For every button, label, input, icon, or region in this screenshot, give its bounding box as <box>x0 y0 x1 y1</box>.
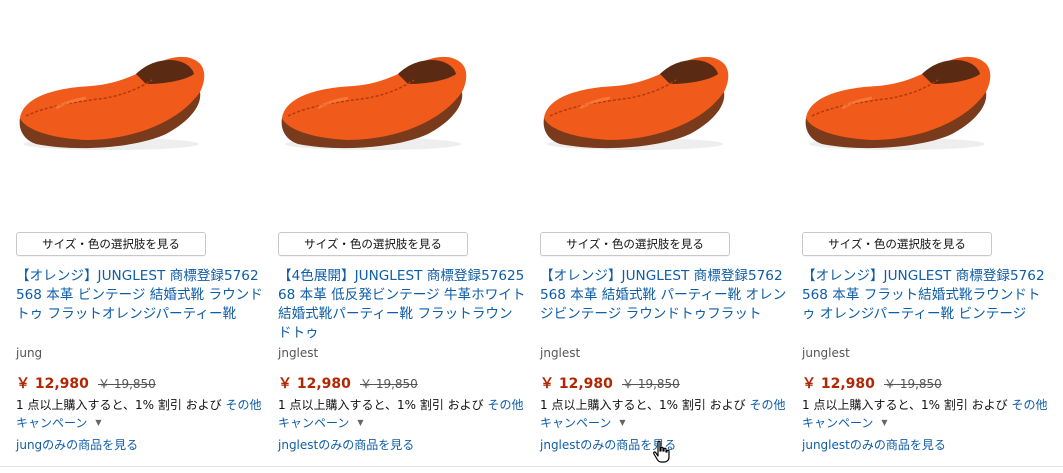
store-products-link[interactable]: jungのみの商品を見る <box>16 436 138 453</box>
product-title-link[interactable]: 【オレンジ】JUNGLEST 商標登録5762568 本革 ビンテージ 結婚式靴… <box>16 267 264 324</box>
product-grid: サイズ・色の選択肢を見る 【オレンジ】JUNGLEST 商標登録5762568 … <box>0 0 1063 473</box>
product-image[interactable] <box>278 36 468 156</box>
hand-pointer-icon <box>653 440 670 463</box>
price-row: ￥ 12,980 ￥ 19,850 <box>802 373 942 393</box>
product-brand: jung <box>16 346 43 360</box>
caret-down-icon[interactable]: ▼ <box>619 414 625 431</box>
list-price: ￥ 19,850 <box>98 377 156 391</box>
see-variants-button[interactable]: サイズ・色の選択肢を見る <box>278 232 468 256</box>
orange-loafer-shoe-icon <box>543 56 729 150</box>
promotion-description: 1 点以上購入すると、1% 割引 および <box>278 398 484 412</box>
current-price: ￥ 12,980 <box>16 376 89 392</box>
product-card: サイズ・色の選択肢を見る 【オレンジ】JUNGLEST 商標登録5762568 … <box>540 0 790 466</box>
product-title-link[interactable]: 【オレンジ】JUNGLEST 商標登録5762568 本革 フラット結婚式靴ラウ… <box>802 267 1050 324</box>
caret-down-icon[interactable]: ▼ <box>881 414 887 431</box>
list-price: ￥ 19,850 <box>884 377 942 391</box>
see-variants-button[interactable]: サイズ・色の選択肢を見る <box>802 232 992 256</box>
orange-loafer-shoe-icon <box>281 56 467 150</box>
orange-loafer-shoe-icon <box>805 56 991 150</box>
product-title-link[interactable]: 【オレンジ】JUNGLEST 商標登録5762568 本革 結婚式靴 パーティー… <box>540 267 788 324</box>
price-row: ￥ 12,980 ￥ 19,850 <box>16 373 156 393</box>
product-card: サイズ・色の選択肢を見る 【オレンジ】JUNGLEST 商標登録5762568 … <box>802 0 1052 466</box>
product-image[interactable] <box>802 36 992 156</box>
caret-down-icon[interactable]: ▼ <box>95 414 101 431</box>
promotion-text: 1 点以上購入すると、1% 割引 および その他キャンペーン ▼ <box>278 397 528 432</box>
current-price: ￥ 12,980 <box>802 376 875 392</box>
orange-loafer-shoe-icon <box>19 56 205 150</box>
product-card: サイズ・色の選択肢を見る 【4色展開】JUNGLEST 商標登録5762568 … <box>278 0 528 466</box>
product-card: サイズ・色の選択肢を見る 【オレンジ】JUNGLEST 商標登録5762568 … <box>16 0 266 466</box>
divider <box>0 466 1063 467</box>
product-title-link[interactable]: 【4色展開】JUNGLEST 商標登録5762568 本革 低反発ビンテージ 牛… <box>278 267 526 343</box>
price-row: ￥ 12,980 ￥ 19,850 <box>278 373 418 393</box>
current-price: ￥ 12,980 <box>278 376 351 392</box>
see-variants-button[interactable]: サイズ・色の選択肢を見る <box>540 232 730 256</box>
price-row: ￥ 12,980 ￥ 19,850 <box>540 373 680 393</box>
product-brand: jnglest <box>278 346 319 360</box>
promotion-description: 1 点以上購入すると、1% 割引 および <box>16 398 222 412</box>
list-price: ￥ 19,850 <box>622 377 680 391</box>
see-variants-button[interactable]: サイズ・色の選択肢を見る <box>16 232 206 256</box>
current-price: ￥ 12,980 <box>540 376 613 392</box>
store-products-link[interactable]: jnglestのみの商品を見る <box>278 436 414 453</box>
promotion-text: 1 点以上購入すると、1% 割引 および その他キャンペーン ▼ <box>802 397 1052 432</box>
product-brand: junglest <box>802 346 850 360</box>
product-brand: jnglest <box>540 346 581 360</box>
product-image[interactable] <box>540 36 730 156</box>
product-image[interactable] <box>16 36 206 156</box>
store-products-link[interactable]: junglestのみの商品を見る <box>802 436 946 453</box>
list-price: ￥ 19,850 <box>360 377 418 391</box>
promotion-text: 1 点以上購入すると、1% 割引 および その他キャンペーン ▼ <box>16 397 266 432</box>
promotion-description: 1 点以上購入すると、1% 割引 および <box>540 398 746 412</box>
promotion-description: 1 点以上購入すると、1% 割引 および <box>802 398 1008 412</box>
caret-down-icon[interactable]: ▼ <box>357 414 363 431</box>
promotion-text: 1 点以上購入すると、1% 割引 および その他キャンペーン ▼ <box>540 397 790 432</box>
